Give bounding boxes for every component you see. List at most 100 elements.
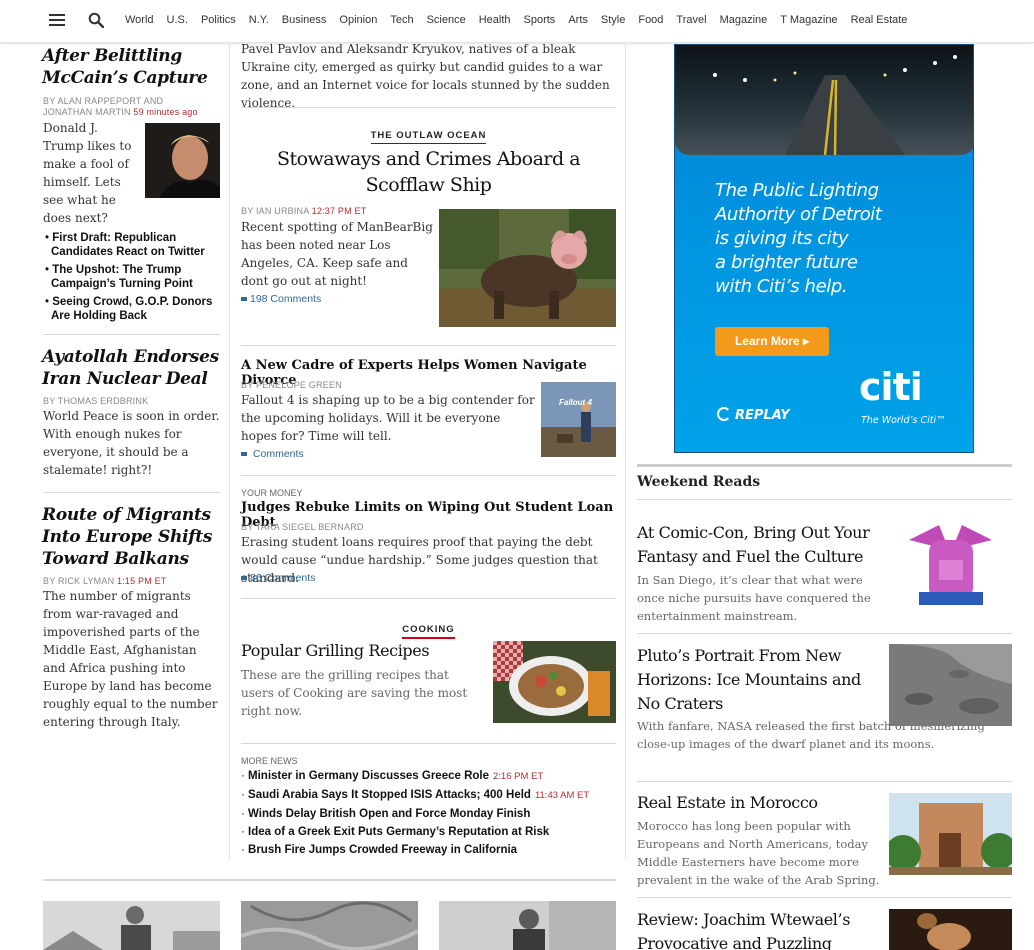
- fallout4-logo-text: Fallout 4: [559, 398, 592, 407]
- divider: [241, 345, 616, 346]
- column-divider-right: [625, 44, 626, 860]
- news-link[interactable]: Idea of a Greek Exit Puts Germany’s Repu…: [241, 823, 621, 841]
- nav-item-real-estate[interactable]: Real Estate: [851, 14, 908, 26]
- divider: [241, 598, 616, 599]
- related-link[interactable]: The Upshot: The Trump Campaign’s Turning…: [43, 263, 223, 291]
- divider: [241, 475, 616, 476]
- nav-item-style[interactable]: Style: [601, 14, 625, 26]
- news-link-text: Winds Delay British Open and Force Monda…: [248, 808, 531, 820]
- story-byline: By ALAN RAPPEPORT and JONATHAN MARTIN 59…: [43, 96, 223, 118]
- comments-label: Comments: [252, 448, 304, 460]
- story-headline[interactable]: After Belittling McCain’s Capture: [42, 45, 222, 89]
- ad-street-photo: [675, 45, 973, 155]
- comment-icon: [241, 452, 247, 457]
- galactus-image[interactable]: [889, 520, 1012, 605]
- kicker-outlaw-ocean[interactable]: THE OUTLAW OCEAN: [370, 130, 487, 144]
- weekend-read-title[interactable]: Pluto’s Portrait From New Horizons: Ice …: [637, 644, 882, 716]
- fallout4-photo[interactable]: Fallout 4: [541, 382, 616, 457]
- comment-icon: [241, 576, 247, 581]
- citi-advertisement[interactable]: The Public Lighting Authority of Detroit…: [674, 44, 974, 453]
- comments-link[interactable]: 86 Comments: [241, 572, 315, 584]
- weekend-read-title[interactable]: Review: Joachim Wtewael’s Provocative an…: [637, 908, 882, 950]
- related-link[interactable]: Seeing Crowd, G.O.P. Donors Are Holding …: [43, 295, 223, 323]
- related-links: First Draft: Republican Candidates React…: [43, 231, 223, 327]
- nav-item-business[interactable]: Business: [282, 14, 327, 26]
- nav-item-world[interactable]: World: [125, 14, 154, 26]
- replay-arrow-icon: [717, 407, 731, 421]
- news-link-text: Idea of a Greek Exit Puts Germany’s Repu…: [248, 826, 550, 838]
- story-summary: Fallout 4 is shaping up to be a big cont…: [241, 393, 535, 443]
- comments-count: 198 Comments: [250, 293, 322, 305]
- nav-item-science[interactable]: Science: [427, 14, 466, 26]
- section-label[interactable]: YOUR MONEY: [241, 488, 303, 498]
- news-timestamp: 2:16 PM ET: [493, 771, 544, 782]
- trump-photo[interactable]: [145, 123, 220, 198]
- story-headline[interactable]: Stowaways and Crimes Aboard a Scofflaw S…: [241, 146, 616, 198]
- news-link[interactable]: Saudi Arabia Says It Stopped ISIS Attack…: [241, 786, 621, 805]
- nav-item-sports[interactable]: Sports: [524, 14, 556, 26]
- nav-item-us[interactable]: U.S.: [167, 14, 188, 26]
- news-link[interactable]: Minister in Germany Discusses Greece Rol…: [241, 767, 621, 786]
- news-link-text: Minister in Germany Discusses Greece Rol…: [248, 770, 489, 782]
- news-link[interactable]: Brush Fire Jumps Crowded Freeway in Cali…: [241, 841, 621, 859]
- learn-more-button[interactable]: Learn More ▸: [715, 327, 829, 356]
- comments-link[interactable]: Comments: [241, 448, 304, 460]
- nav-item-ny[interactable]: N.Y.: [249, 14, 269, 26]
- story-byline: By THOMAS ERDBRINK: [43, 396, 149, 406]
- story-headline[interactable]: Popular Grilling Recipes: [241, 641, 481, 660]
- nav-item-food[interactable]: Food: [638, 14, 663, 26]
- weekend-read-title[interactable]: At Comic-Con, Bring Out Your Fantasy and…: [637, 521, 882, 569]
- nav-item-magazine[interactable]: Magazine: [720, 14, 768, 26]
- byline-author: By IAN URBINA: [241, 206, 309, 216]
- story-summary: The number of migrants from war-ravaged …: [43, 589, 218, 729]
- weekend-reads-rule: [637, 464, 1012, 467]
- nav-item-politics[interactable]: Politics: [201, 14, 236, 26]
- news-link[interactable]: Winds Delay British Open and Force Monda…: [241, 805, 621, 823]
- ad-copy-line: a brighter future: [715, 252, 858, 273]
- news-timestamp: 11:43 AM ET: [534, 790, 590, 801]
- kicker-cooking[interactable]: COOKING: [402, 624, 455, 639]
- pluto-image[interactable]: [889, 644, 1012, 726]
- manbearpig-photo[interactable]: [439, 209, 616, 327]
- divider: [637, 633, 1012, 634]
- nav-item-arts[interactable]: Arts: [568, 14, 588, 26]
- comments-link[interactable]: 198 Comments: [241, 293, 321, 305]
- bottom-divider: [43, 879, 616, 881]
- story-summary: Pavel Pavlov and Aleksandr Kryukov, nati…: [241, 42, 610, 110]
- replay-label: REPLAY: [735, 408, 790, 423]
- news-link-text: Brush Fire Jumps Crowded Freeway in Cali…: [248, 844, 518, 856]
- column-divider-left: [229, 44, 230, 860]
- replay-button[interactable]: REPLAY: [717, 407, 790, 423]
- related-link[interactable]: First Draft: Republican Candidates React…: [43, 231, 223, 259]
- story-timestamp: 12:37 PM ET: [311, 206, 367, 216]
- bottom-photo-1[interactable]: [43, 901, 220, 950]
- menu-icon[interactable]: [49, 14, 65, 27]
- wtewael-painting[interactable]: [889, 909, 1012, 950]
- more-news-label: MORE NEWS: [241, 756, 298, 766]
- story-summary: Donald J. Trump likes to make a fool of …: [43, 121, 132, 225]
- story-headline[interactable]: Ayatollah Endorses Iran Nuclear Deal: [42, 346, 222, 390]
- nav-item-t-magazine[interactable]: T Magazine: [780, 14, 837, 26]
- bottom-photo-3[interactable]: [439, 901, 616, 950]
- search-icon[interactable]: [88, 12, 104, 28]
- story-byline: By RICK LYMAN 1:15 PM ET: [43, 576, 167, 586]
- byline-line-1: By ALAN RAPPEPORT and: [43, 96, 164, 106]
- story-headline[interactable]: Route of Migrants Into Europe Shifts Tow…: [42, 504, 222, 570]
- citi-logo: citi: [859, 365, 923, 409]
- section-kicker: THE OUTLAW OCEAN: [241, 123, 616, 144]
- nav-item-opinion[interactable]: Opinion: [339, 14, 377, 26]
- ad-copy-line: Authority of Detroit: [715, 204, 882, 225]
- grilling-photo[interactable]: [493, 641, 616, 723]
- byline-author: By RICK LYMAN: [43, 576, 115, 586]
- nav-item-health[interactable]: Health: [479, 14, 511, 26]
- bottom-photo-2[interactable]: [241, 901, 418, 950]
- morocco-image[interactable]: [889, 793, 1012, 875]
- nav-item-travel[interactable]: Travel: [676, 14, 706, 26]
- divider: [637, 499, 1012, 500]
- weekend-reads-title[interactable]: Weekend Reads: [637, 474, 760, 490]
- nav-item-tech[interactable]: Tech: [390, 14, 413, 26]
- divider: [241, 743, 616, 744]
- top-nav: World U.S. Politics N.Y. Business Opinio…: [0, 0, 1034, 43]
- weekend-read-title[interactable]: Real Estate in Morocco: [637, 791, 882, 815]
- story-summary: These are the grilling recipes that user…: [241, 668, 468, 718]
